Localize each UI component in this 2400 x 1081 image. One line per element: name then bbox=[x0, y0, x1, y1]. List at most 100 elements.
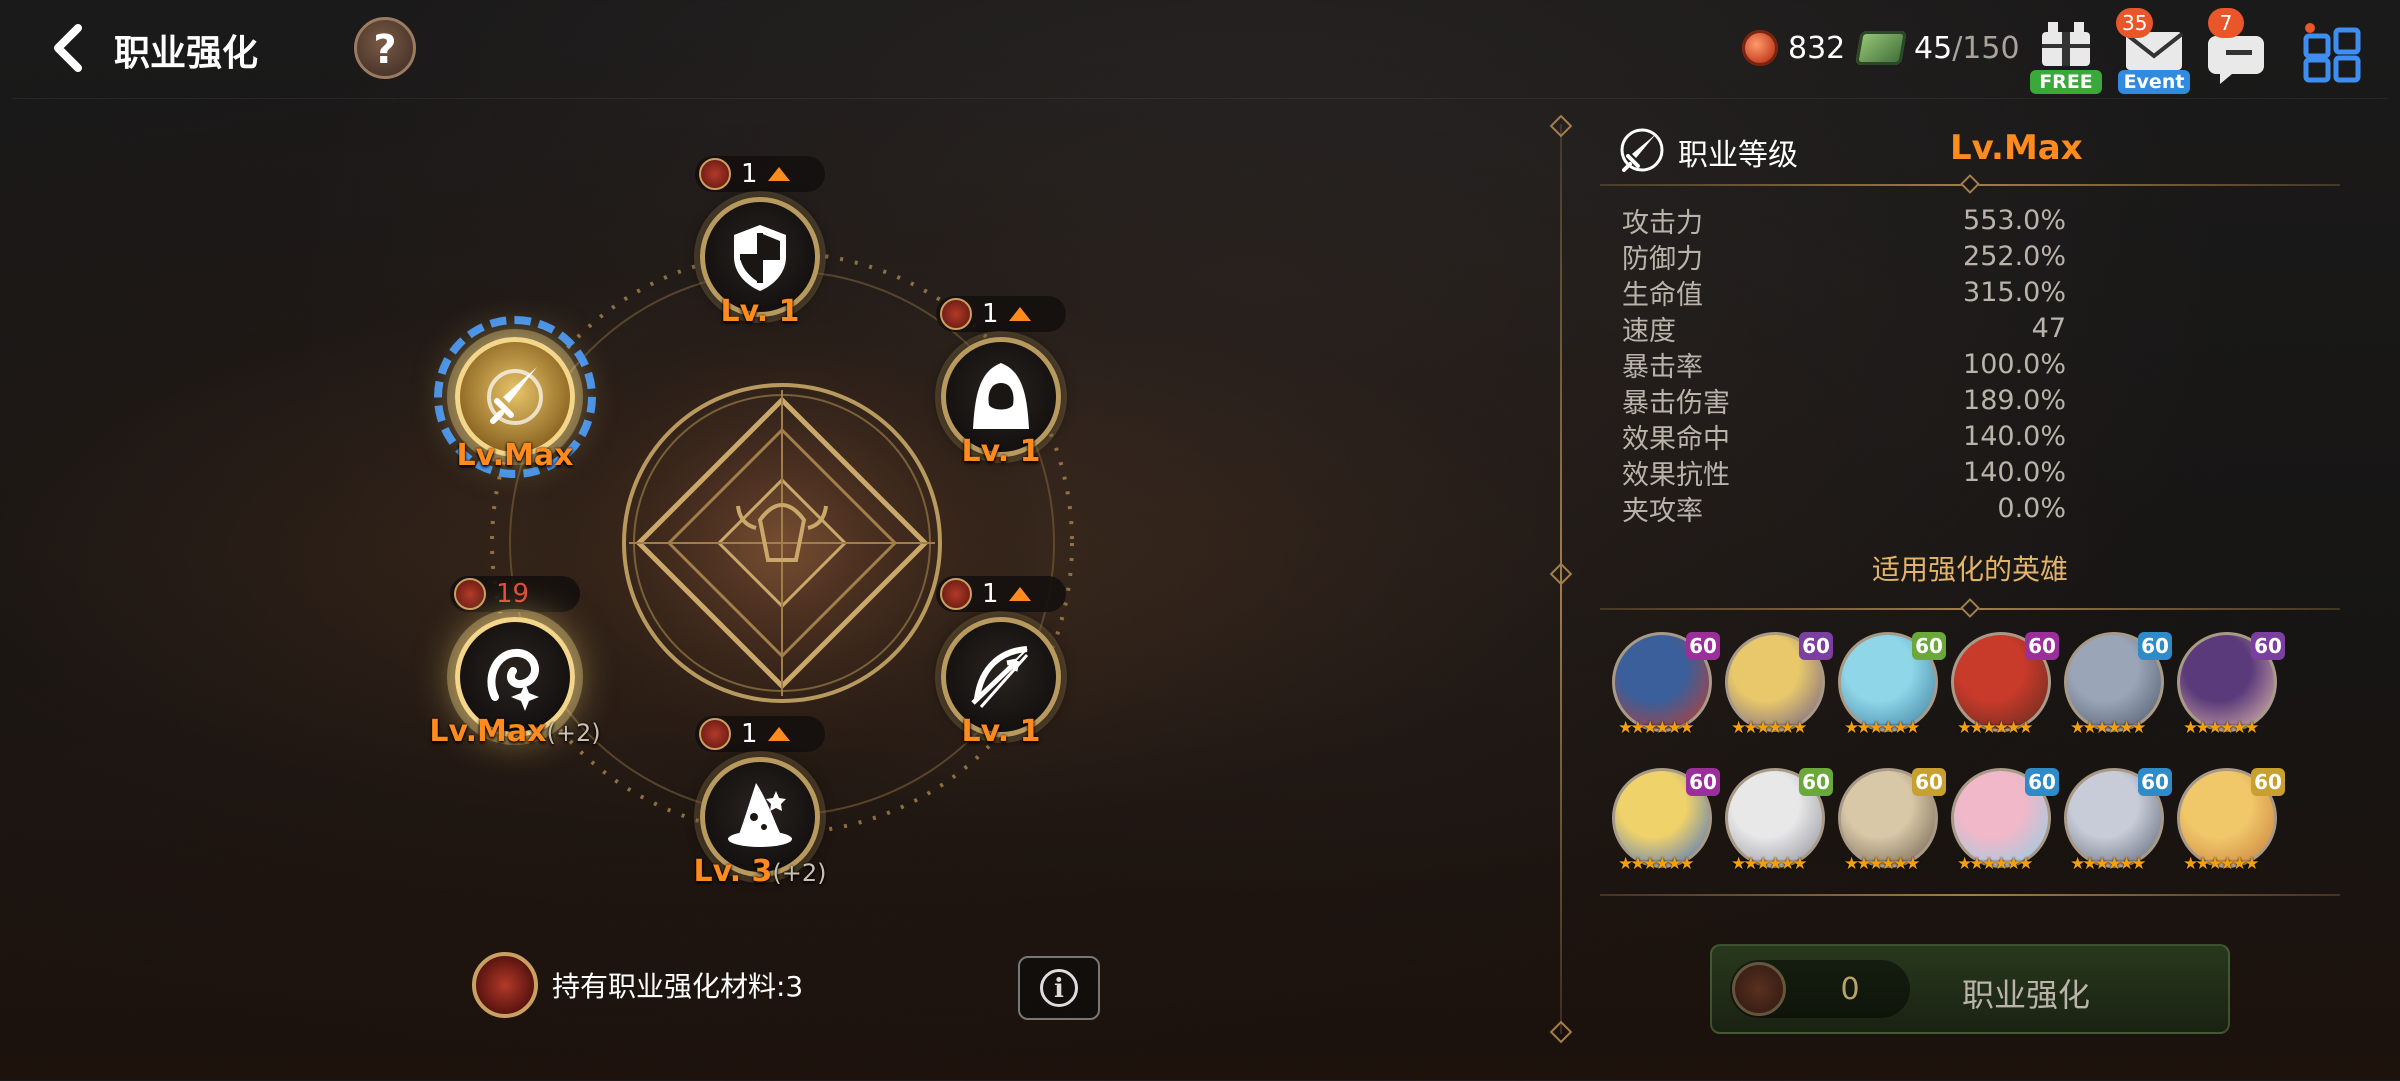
hero-level-badge: 60 bbox=[2251, 632, 2285, 660]
stat-value: 140.0% bbox=[1963, 456, 2066, 488]
coin-icon bbox=[1742, 30, 1778, 66]
cost-pill-assassin: 1 bbox=[936, 296, 1066, 332]
cost-pill-defender: 1 bbox=[695, 156, 825, 192]
class-info-panel: 职业等级 Lv.Max 攻击力 553.0% 防御力 252.0% 生命值 315.0% 速… bbox=[1600, 120, 2340, 896]
cost-pill-mage: 1 bbox=[695, 716, 825, 752]
stat-row: 效果命中 140.0% bbox=[1600, 418, 2340, 455]
stat-row: 防御力 252.0% bbox=[1600, 238, 2340, 275]
hero-portrait[interactable]: 60 ★★★★★★ bbox=[1838, 768, 1946, 874]
stat-name: 暴击率 bbox=[1622, 351, 1703, 383]
section-divider bbox=[1600, 174, 2340, 194]
cost-pill-healer: 19 bbox=[450, 576, 580, 612]
stamina-max: /150 bbox=[1952, 30, 2020, 66]
coin-counter[interactable]: 832 bbox=[1742, 26, 1845, 70]
main-menu-button[interactable] bbox=[2298, 18, 2374, 94]
back-arrow-icon[interactable] bbox=[44, 22, 96, 74]
event-mail-button[interactable]: 35 Event bbox=[2116, 8, 2192, 94]
section-divider bbox=[1600, 598, 2340, 618]
material-holdings: 持有职业强化材料:3 bbox=[472, 952, 803, 1018]
hero-star-rating: ★★★★★★ bbox=[1957, 854, 2033, 874]
hero-portrait[interactable]: 60 ★★★★★★ bbox=[1612, 632, 1720, 738]
class-material-icon bbox=[454, 578, 486, 610]
hero-star-rating: ★★★★★★ bbox=[1844, 718, 1920, 738]
coin-value: 832 bbox=[1788, 30, 1846, 66]
stat-name: 速度 bbox=[1622, 315, 1676, 347]
material-label: 持有职业强化材料:3 bbox=[552, 970, 804, 1003]
class-material-icon bbox=[940, 298, 972, 330]
stat-row: 夹攻率 0.0% bbox=[1600, 490, 2340, 527]
chat-button[interactable]: 7 bbox=[2204, 8, 2280, 94]
stamina-counter[interactable]: 45/150 bbox=[1855, 26, 2020, 70]
panel-divider bbox=[1549, 124, 1573, 1034]
class-node-ranger[interactable]: 1 Lv. 1 bbox=[926, 576, 1076, 752]
stat-name: 效果抗性 bbox=[1622, 459, 1730, 491]
class-node-assassin[interactable]: 1 Lv. 1 bbox=[926, 296, 1076, 472]
hero-level-badge: 60 bbox=[1686, 632, 1720, 660]
stat-row: 效果抗性 140.0% bbox=[1600, 454, 2340, 491]
bow-icon bbox=[971, 646, 1029, 708]
class-upgrade-button[interactable]: 0 职业强化 bbox=[1710, 944, 2230, 1034]
sword-icon bbox=[487, 367, 543, 425]
stat-row: 暴击率 100.0% bbox=[1600, 346, 2340, 383]
class-level-defender: Lv. 1 bbox=[720, 294, 800, 329]
hero-portrait[interactable]: 60 ★★★★★★ bbox=[2064, 632, 2172, 738]
class-level-value: Lv.Max bbox=[1950, 128, 2083, 168]
hero-level-badge: 60 bbox=[1799, 768, 1833, 796]
hero-portrait[interactable]: 60 ★★★★★★ bbox=[1725, 632, 1833, 738]
hero-level-badge: 60 bbox=[2138, 632, 2172, 660]
top-bar: 职业强化 ? 832 45/150 FREE 35 Event 7 bbox=[0, 0, 2400, 96]
upgrade-arrow-icon bbox=[767, 167, 790, 181]
hero-star-rating: ★★★★★★ bbox=[1957, 718, 2033, 738]
info-button[interactable]: i bbox=[1018, 956, 1100, 1020]
hood-icon bbox=[973, 363, 1029, 429]
class-node-mage[interactable]: 1 Lv. 3(+2) bbox=[685, 716, 835, 892]
class-node-healer[interactable]: 19 Lv.Max(+2) bbox=[429, 576, 601, 752]
grid-menu-icon bbox=[2303, 23, 2361, 83]
class-material-icon bbox=[472, 952, 538, 1018]
class-material-icon bbox=[1732, 962, 1786, 1016]
hero-portrait[interactable]: 60 ★★★★★★ bbox=[2064, 768, 2172, 874]
stamina-icon bbox=[1855, 31, 1907, 65]
hero-level-badge: 60 bbox=[1912, 768, 1946, 796]
stat-name: 效果命中 bbox=[1622, 423, 1730, 455]
hero-star-rating: ★★★★★★ bbox=[1731, 854, 1807, 874]
stat-row: 暴击伤害 189.0% bbox=[1600, 382, 2340, 419]
stat-value: 100.0% bbox=[1963, 348, 2066, 380]
hero-level-badge: 60 bbox=[1912, 632, 1946, 660]
cost-pill-ranger: 1 bbox=[936, 576, 1066, 612]
stat-value: 47 bbox=[2031, 312, 2066, 344]
stat-list: 攻击力 553.0% 防御力 252.0% 生命值 315.0% 速度 47 暴击率 100.0%… bbox=[1600, 202, 2340, 527]
stat-value: 252.0% bbox=[1963, 240, 2066, 272]
hero-level-badge: 60 bbox=[2138, 768, 2172, 796]
stamina-current: 45 bbox=[1914, 30, 1953, 66]
help-button[interactable]: ? bbox=[354, 17, 416, 79]
free-shop-button[interactable]: FREE bbox=[2028, 18, 2104, 94]
hero-portrait[interactable]: 60 ★★★★★★ bbox=[1838, 632, 1946, 738]
stat-name: 攻击力 bbox=[1622, 207, 1703, 239]
hero-portrait[interactable]: 60 ★★★★★★ bbox=[1951, 632, 2059, 738]
upgrade-quantity-value: 0 bbox=[1840, 972, 1860, 1007]
class-node-warrior[interactable]: Lv.Max bbox=[434, 316, 596, 478]
info-icon: i bbox=[1040, 969, 1078, 1007]
stat-value: 553.0% bbox=[1963, 204, 2066, 236]
hero-portrait[interactable]: 60 ★★★★★★ bbox=[2177, 768, 2285, 874]
class-wheel: Lv.Max 1 Lv. 1 1 Lv. 1 19 Lv.Max(+2) 1 L… bbox=[429, 150, 1120, 910]
class-level-assassin: Lv. 1 bbox=[961, 434, 1041, 469]
class-material-icon bbox=[699, 718, 731, 750]
shop-icon bbox=[2042, 22, 2090, 66]
class-node-defender[interactable]: 1 Lv. 1 bbox=[685, 156, 835, 332]
page-title: 职业强化 bbox=[114, 33, 259, 74]
hero-portrait[interactable]: 60 ★★★★★★ bbox=[1725, 768, 1833, 874]
healer-icon bbox=[487, 648, 539, 711]
hero-portrait[interactable]: 60 ★★★★★★ bbox=[1612, 768, 1720, 874]
hero-star-rating: ★★★★★★ bbox=[1618, 854, 1694, 874]
stat-value: 140.0% bbox=[1963, 420, 2066, 452]
mail-badge: 35 bbox=[2116, 8, 2154, 38]
hero-grid: 60 ★★★★★★ 60 ★★★★★★ 60 ★★★★★★ 60 ★★★★★★ 60 ★★★★★★… bbox=[1612, 632, 2340, 874]
chat-badge: 7 bbox=[2208, 8, 2244, 38]
hero-star-rating: ★★★★★★ bbox=[2183, 718, 2259, 738]
hero-level-badge: 60 bbox=[2025, 768, 2059, 796]
hero-portrait[interactable]: 60 ★★★★★★ bbox=[2177, 632, 2285, 738]
hero-level-badge: 60 bbox=[2025, 632, 2059, 660]
hero-portrait[interactable]: 60 ★★★★★★ bbox=[1951, 768, 2059, 874]
